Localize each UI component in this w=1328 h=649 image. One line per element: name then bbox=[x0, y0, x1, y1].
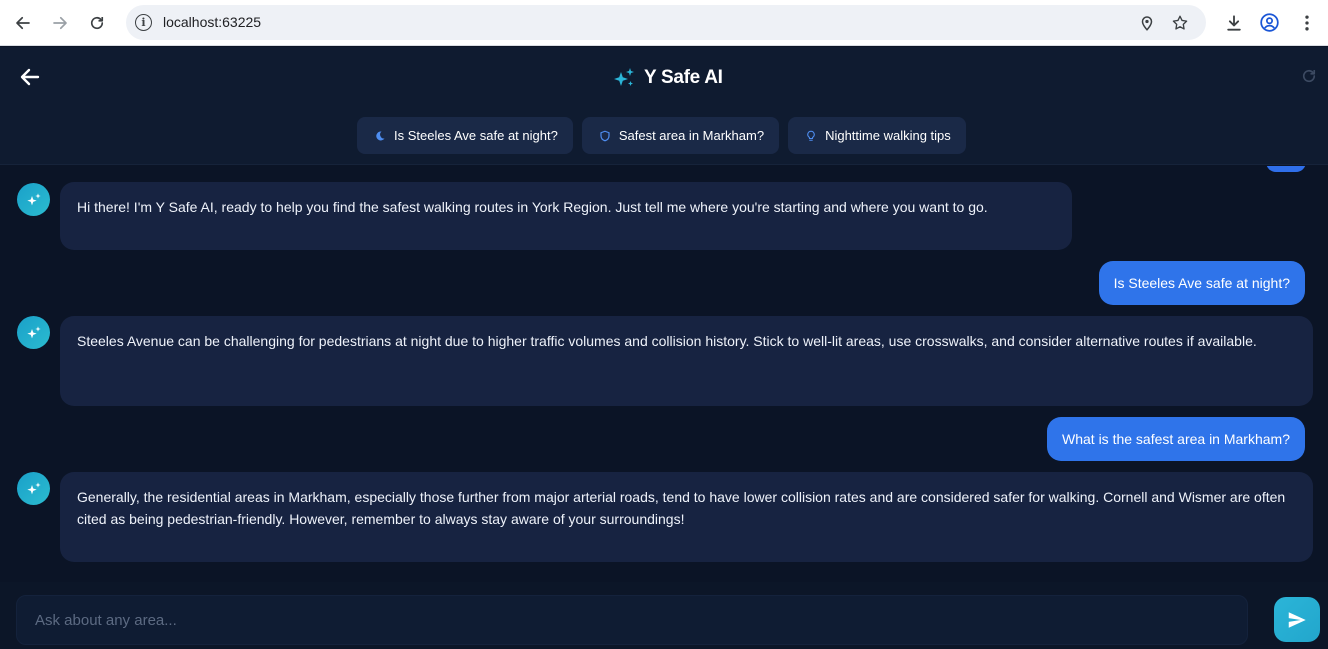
more-vert-icon[interactable] bbox=[1297, 13, 1317, 33]
chip-label: Is Steeles Ave safe at night? bbox=[394, 128, 558, 143]
address-url[interactable]: localhost:63225 bbox=[163, 14, 261, 30]
sparkle-icon bbox=[26, 192, 41, 205]
app-header: Y Safe AI Is Steeles Ave safe at night? … bbox=[0, 47, 1328, 165]
chip-walking-tips[interactable]: Nighttime walking tips bbox=[788, 117, 966, 154]
location-pin-icon[interactable] bbox=[1138, 14, 1156, 32]
moon-icon bbox=[376, 130, 385, 140]
chat-messages[interactable]: Hi there! I'm Y Safe AI, ready to help y… bbox=[0, 166, 1328, 582]
shield-icon bbox=[600, 130, 610, 141]
sparkle-icon bbox=[26, 481, 41, 494]
send-button[interactable] bbox=[1274, 597, 1320, 642]
refresh-icon[interactable] bbox=[1300, 67, 1318, 85]
address-bar[interactable]: i localhost:63225 bbox=[126, 5, 1206, 40]
chip-label: Safest area in Markham? bbox=[618, 128, 765, 143]
assistant-message: Steeles Avenue can be challenging for pe… bbox=[60, 316, 1313, 406]
assistant-message: Generally, the residential areas in Mark… bbox=[60, 472, 1313, 562]
sparkle-icon bbox=[26, 325, 41, 338]
message-input[interactable] bbox=[17, 596, 1247, 644]
reload-icon bbox=[90, 16, 104, 30]
chip-safest-markham[interactable]: Safest area in Markham? bbox=[581, 117, 780, 154]
assistant-message: Hi there! I'm Y Safe AI, ready to help y… bbox=[60, 182, 1072, 250]
page-title: Y Safe AI bbox=[644, 67, 723, 88]
forward-button[interactable] bbox=[47, 10, 73, 36]
arrow-right-icon bbox=[53, 16, 67, 30]
sparkle-icon bbox=[614, 68, 634, 86]
star-icon[interactable] bbox=[1171, 14, 1189, 32]
reload-button[interactable] bbox=[84, 10, 110, 36]
lightbulb-icon bbox=[807, 130, 815, 141]
chip-steeles-night[interactable]: Is Steeles Ave safe at night? bbox=[357, 117, 573, 154]
message-input-wrapper bbox=[16, 595, 1248, 645]
arrow-left-icon bbox=[16, 16, 30, 30]
chip-label: Nighttime walking tips bbox=[825, 128, 951, 143]
assistant-avatar bbox=[17, 316, 50, 349]
profile-icon[interactable] bbox=[1259, 12, 1280, 33]
arrow-left-icon[interactable] bbox=[18, 65, 42, 89]
back-button[interactable] bbox=[10, 10, 36, 36]
user-message: Is Steeles Ave safe at night? bbox=[1098, 261, 1305, 305]
composer bbox=[0, 582, 1328, 649]
assistant-avatar bbox=[17, 183, 50, 216]
send-icon bbox=[1288, 611, 1306, 628]
browser-toolbar: i localhost:63225 bbox=[0, 0, 1328, 46]
previous-user-bubble bbox=[1266, 166, 1306, 172]
assistant-avatar bbox=[17, 472, 50, 505]
download-icon[interactable] bbox=[1224, 13, 1244, 33]
suggestion-chips: Is Steeles Ave safe at night? Safest are… bbox=[357, 117, 966, 154]
site-info-icon[interactable]: i bbox=[135, 14, 152, 31]
page-title-group: Y Safe AI bbox=[612, 64, 723, 92]
user-message: What is the safest area in Markham? bbox=[1047, 417, 1305, 461]
